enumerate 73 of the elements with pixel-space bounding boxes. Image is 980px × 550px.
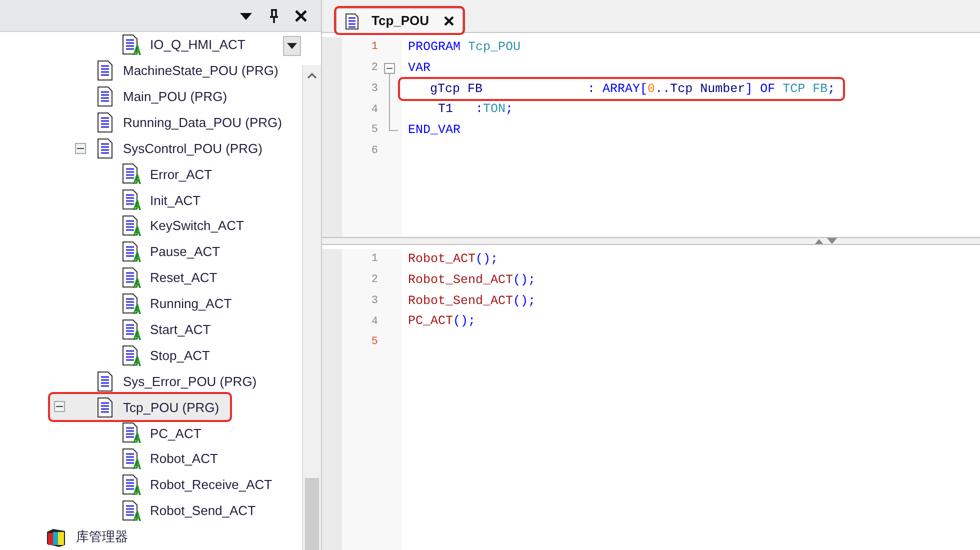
tree-item[interactable]: Sys_Error_POU (PRG) (0, 368, 266, 394)
action-document-icon (121, 163, 141, 186)
dropdown-button[interactable] (283, 36, 301, 56)
collapse-toggle[interactable] (54, 401, 65, 412)
tree-item[interactable]: Main_POU (PRG) (0, 84, 236, 110)
tree-item[interactable]: Robot_Send_ACT (0, 498, 265, 524)
scrollbar-thumb[interactable] (305, 478, 319, 550)
line-number: 3 (370, 294, 379, 309)
close-icon[interactable] (295, 10, 307, 22)
code-line: VAR (408, 60, 431, 77)
tree-item[interactable]: Start_ACT (0, 316, 220, 343)
tree-item[interactable]: Running_Data_POU (PRG) (0, 110, 291, 136)
document-icon (96, 396, 114, 418)
document-icon (96, 60, 114, 82)
line-number: 1 (370, 252, 379, 268)
scroll-up-icon[interactable] (307, 73, 317, 79)
line-number: 6 (370, 144, 379, 160)
action-document-icon (121, 34, 141, 56)
tree-item[interactable]: SysControl_POU (PRG) (0, 136, 272, 162)
action-document-icon (121, 344, 141, 367)
code-line: gTcp FB : ARRAY[0..Tcp Number] OF TCP FB; (400, 78, 844, 100)
action-document-icon (121, 474, 141, 496)
caret-icon[interactable] (238, 10, 252, 20)
action-document-icon (121, 241, 141, 264)
line-number: 5 (370, 335, 379, 350)
action-document-icon (121, 266, 141, 289)
tree-item[interactable]: Reset_ACT (0, 265, 226, 291)
document-icon (96, 86, 114, 108)
splitter-arrows-icon[interactable] (814, 238, 840, 244)
tree-item[interactable]: Error_ACT (0, 161, 222, 188)
tree-item[interactable]: Stop_ACT (0, 342, 219, 369)
action-document-icon (121, 318, 141, 341)
tree-item[interactable]: Running_ACT (0, 290, 241, 317)
line-number: 3 (370, 82, 379, 97)
document-icon (96, 138, 114, 159)
action-document-icon (121, 500, 141, 522)
tree-item[interactable]: MachineState_POU (PRG) (0, 58, 288, 84)
collapse-icon[interactable] (384, 62, 395, 74)
tree-item[interactable]: Robot_Receive_ACT (0, 472, 282, 498)
line-number: 4 (370, 102, 379, 118)
pin-icon[interactable] (268, 8, 280, 22)
caret-icon (287, 42, 297, 50)
action-document-icon (121, 189, 141, 212)
close-icon[interactable] (444, 16, 454, 26)
tree-item[interactable]: Pause_ACT (0, 239, 230, 266)
editor-tab[interactable]: Tcp_POU (336, 8, 463, 33)
code-line: PC_ACT(); (408, 313, 476, 330)
document-icon (345, 12, 359, 30)
action-document-icon (121, 215, 141, 238)
line-number: 1 (370, 40, 379, 56)
document-icon (96, 371, 114, 392)
tree-item[interactable]: Init_ACT (0, 187, 210, 214)
tree-item[interactable]: IO_Q_HMI_ACT (0, 32, 254, 58)
line-number: 2 (370, 272, 379, 288)
action-document-icon (121, 422, 141, 444)
code-line: Robot_Send_ACT(); (408, 272, 536, 289)
code-line: PROGRAM Tcp_POU (408, 39, 521, 56)
line-number: 2 (370, 60, 379, 76)
code-line: T1 :TON; (437, 101, 514, 118)
code-line: Robot_ACT(); (408, 251, 498, 268)
code-line: END_VAR (408, 122, 461, 140)
line-number: 4 (370, 314, 379, 330)
tree-item[interactable]: 库管理器 (0, 524, 137, 550)
tree-item[interactable]: KeySwitch_ACT (0, 213, 253, 240)
tree-item[interactable]: Tcp_POU (PRG) (50, 394, 230, 420)
action-document-icon (121, 292, 141, 315)
collapse-toggle[interactable] (75, 142, 86, 154)
document-icon (96, 112, 114, 134)
tree-item[interactable]: Robot_ACT (0, 446, 227, 472)
tree-item[interactable]: PC_ACT (0, 420, 210, 446)
code-line: Robot_Send_ACT(); (408, 292, 536, 310)
action-document-icon (121, 448, 141, 470)
line-number: 5 (370, 123, 379, 138)
